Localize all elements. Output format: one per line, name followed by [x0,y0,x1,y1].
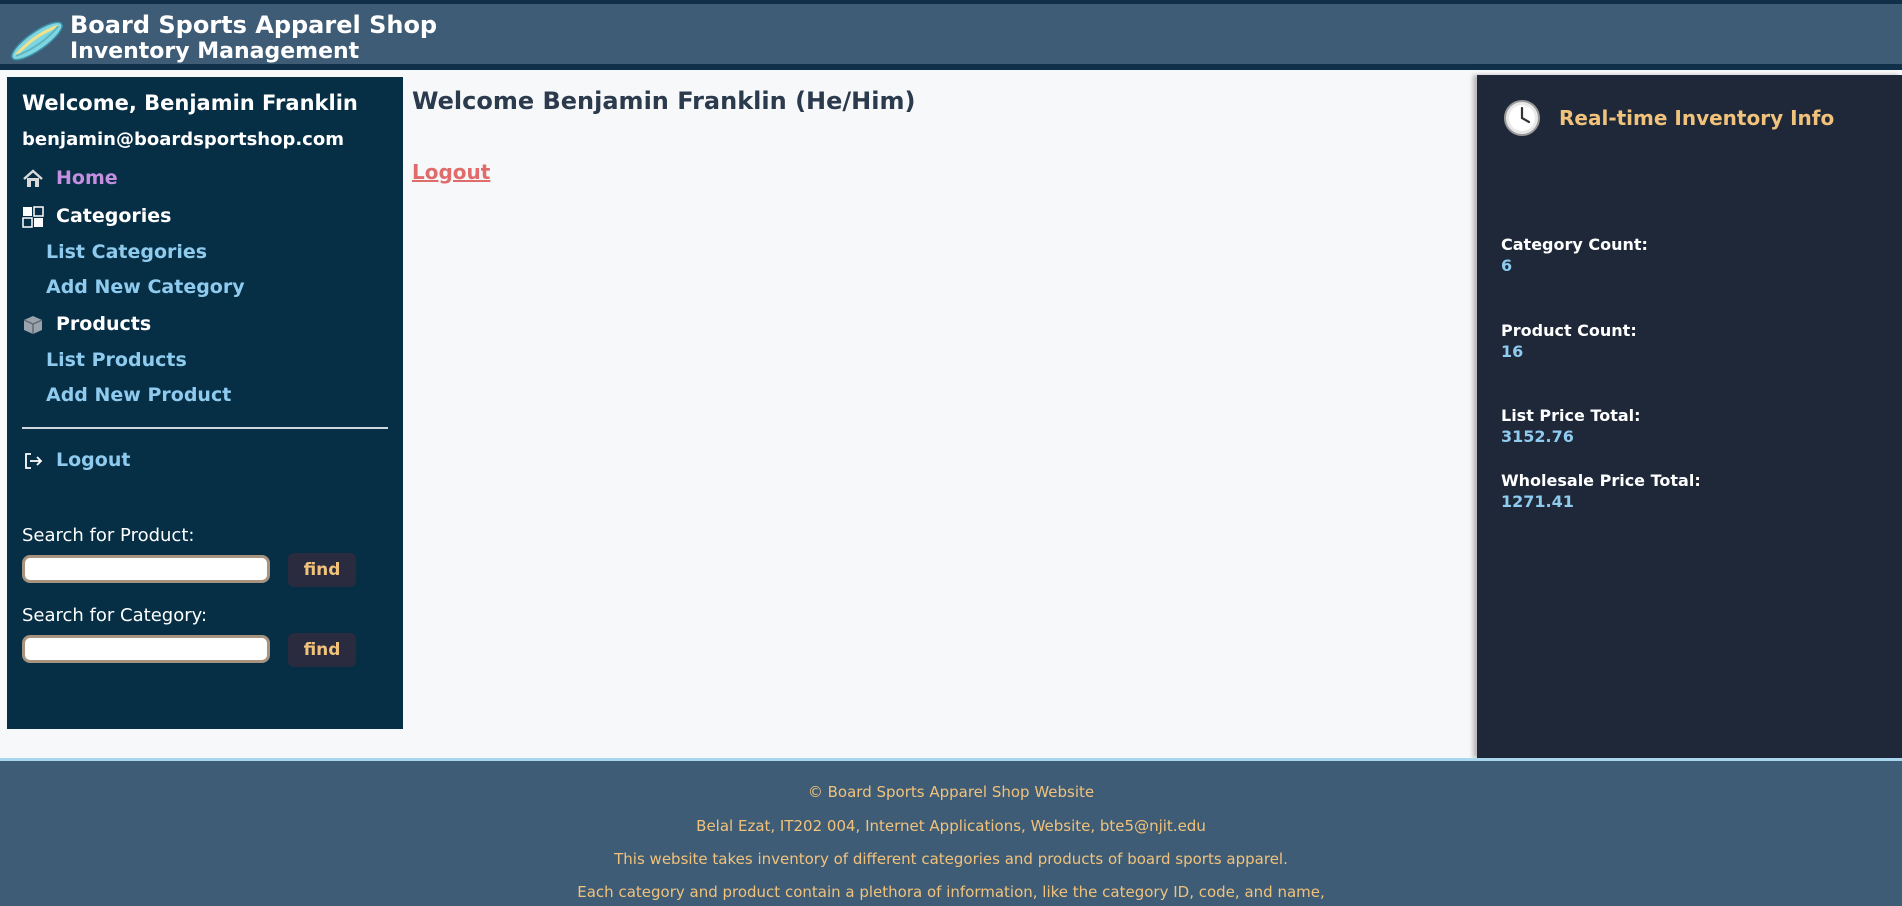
user-email: benjamin@boardsportshop.com [22,129,344,150]
sidebar-item-logout[interactable]: Logout [22,449,130,472]
sidebar: Welcome, Benjamin Franklin benjamin@boar… [7,77,403,729]
search-product-input[interactable] [22,555,270,583]
page-footer: © Board Sports Apparel Shop Website Bela… [0,758,1902,906]
sidebar-item-label: Logout [56,449,131,471]
surfboard-icon [11,21,63,61]
sidebar-item-categories[interactable]: Categories [22,205,171,228]
sidebar-item-list-categories[interactable]: List Categories [46,241,207,263]
footer-description: This website takes inventory of differen… [614,850,1288,868]
logout-link[interactable]: Logout [412,160,490,184]
sidebar-divider [22,427,388,429]
category-count-label: Category Count: [1501,235,1648,254]
find-category-button[interactable]: find [288,633,356,667]
footer-description-2: Each category and product contain a plet… [577,883,1325,901]
home-icon [23,168,43,187]
box-icon [23,315,43,334]
wholesale-price-value: 1271.41 [1501,492,1574,511]
sidebar-item-label: Home [56,167,118,189]
product-count-label: Product Count: [1501,321,1637,340]
product-count-value: 16 [1501,342,1524,361]
search-category-label: Search for Category: [22,605,208,626]
logout-icon [25,452,43,469]
sidebar-item-label: Products [56,313,152,335]
wholesale-price-label: Wholesale Price Total: [1501,471,1701,490]
footer-author: Belal Ezat, IT202 004, Internet Applicat… [696,817,1206,835]
sidebar-item-add-product[interactable]: Add New Product [46,384,231,406]
sidebar-item-label: Categories [56,205,172,227]
brand-subtitle: Inventory Management [70,39,360,64]
sidebar-item-products[interactable]: Products [22,313,151,336]
brand-title: Board Sports Apparel Shop [70,11,438,39]
panel-title: Real-time Inventory Info [1559,106,1835,130]
page-title: Welcome Benjamin Franklin (He/Him) [412,87,916,115]
app-header: Board Sports Apparel Shop Inventory Mana… [0,0,1902,70]
footer-copyright: © Board Sports Apparel Shop Website [807,783,1095,801]
sidebar-item-add-category[interactable]: Add New Category [46,276,245,298]
welcome-text: Welcome, Benjamin Franklin [22,91,358,115]
sidebar-item-home[interactable]: Home [22,167,118,190]
sidebar-item-list-products[interactable]: List Products [46,349,187,371]
grid-icon [22,205,44,228]
search-category-input[interactable] [22,635,270,663]
list-price-label: List Price Total: [1501,406,1641,425]
find-product-button[interactable]: find [288,553,356,587]
clock-icon [1504,100,1540,136]
inventory-info-panel: Real-time Inventory Info Category Count:… [1477,75,1902,758]
search-product-label: Search for Product: [22,525,195,546]
category-count-value: 6 [1501,256,1513,275]
list-price-value: 3152.76 [1501,427,1574,446]
